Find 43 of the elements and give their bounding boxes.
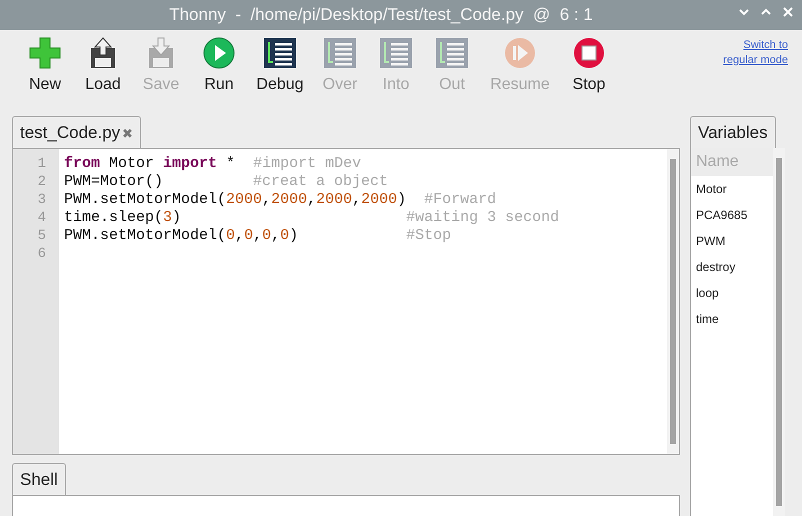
code-line: time.sleep(3) #waiting 3 second: [64, 209, 560, 227]
list-icon: [323, 36, 357, 70]
scrollbar[interactable]: [667, 149, 679, 454]
toolbar-button-label[interactable]: New: [28, 76, 61, 94]
line-number: 6: [36, 245, 47, 263]
line-number: 1: [36, 155, 47, 173]
variable-name[interactable]: Motor: [691, 176, 773, 202]
variable-name[interactable]: PWM: [691, 228, 773, 254]
shell-panel[interactable]: [12, 495, 680, 516]
code-line: PWM.setMotorModel(0,0,0,0) #Stop: [64, 227, 452, 245]
list-icon: [435, 36, 469, 70]
variable-name[interactable]: loop: [691, 280, 773, 306]
variable-name[interactable]: destroy: [691, 254, 773, 280]
play-icon: [202, 36, 236, 70]
code-line: PWM=Motor() #creat a object: [64, 173, 390, 191]
close-icon[interactable]: [782, 6, 794, 18]
window-title: Thonny - /home/pi/Desktop/Test/test_Code.py @ 6 : 1: [168, 5, 594, 25]
code-editor[interactable]: 1 2 3 4 5 6 from Motor import * #import mDev PWM=Motor() #creat a object PWM.setMotorModel(2000,2000,2000,2000) #Forward time.sleep(3) #waiting 3 second PWM.setMotorModel(0,0,0,0) #Stop: [12, 148, 680, 455]
line-number: 5: [36, 227, 47, 245]
shell-tab[interactable]: Shell: [12, 463, 66, 495]
plus-icon: [28, 36, 62, 70]
switch-mode-link[interactable]: Switch to: [743, 38, 788, 53]
toolbar-button-label[interactable]: Stop: [572, 76, 606, 94]
line-number: 2: [36, 173, 47, 191]
toolbar-button-label[interactable]: Load: [85, 76, 121, 94]
scrollbar[interactable]: [773, 148, 785, 516]
editor-tab[interactable]: test_Code.py✖: [12, 116, 142, 148]
variable-name[interactable]: PCA9685: [691, 202, 773, 228]
line-number: 3: [36, 191, 47, 209]
resume-icon: [503, 36, 537, 70]
variable-name[interactable]: time: [691, 306, 773, 332]
stop-icon: [572, 36, 606, 70]
list-icon: [263, 36, 297, 70]
column-header: Name: [691, 148, 773, 176]
switch-mode-link[interactable]: regular mode: [723, 53, 788, 68]
code-line: from Motor import * #import mDev: [64, 155, 362, 173]
list-icon: [379, 36, 413, 70]
toolbar-button-label[interactable]: Debug: [256, 76, 304, 94]
variables-tab[interactable]: Variables: [690, 116, 776, 148]
tab-close-icon[interactable]: ✖: [122, 126, 134, 140]
code-line: PWM.setMotorModel(2000,2000,2000,2000) #Forward: [64, 191, 498, 209]
line-number: 4: [36, 209, 47, 227]
toolbar-button-label[interactable]: Run: [204, 76, 234, 94]
